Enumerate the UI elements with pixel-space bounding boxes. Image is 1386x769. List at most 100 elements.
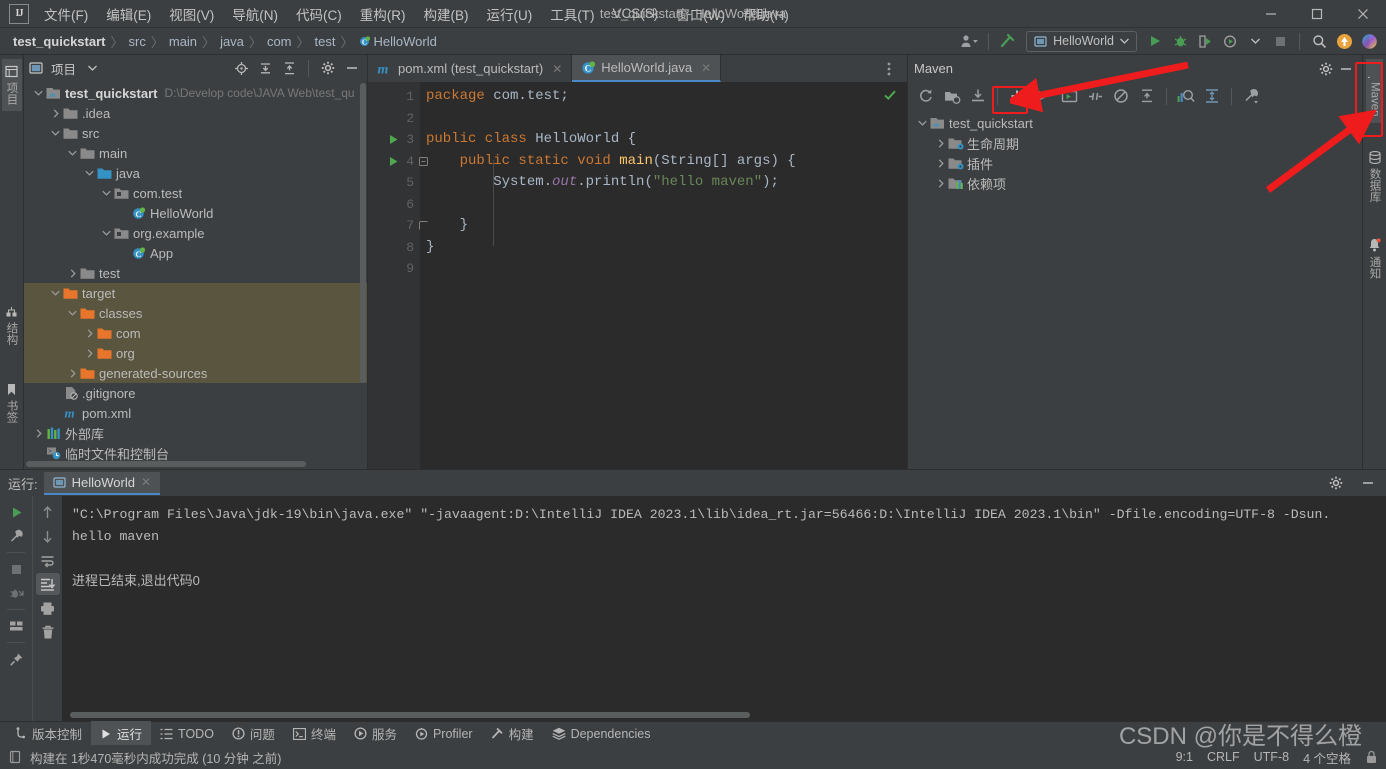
code-line-1[interactable]: package com.test;	[426, 86, 907, 108]
chevron-right-icon[interactable]	[66, 368, 79, 378]
minimize-button[interactable]	[1248, 0, 1294, 28]
sidebar-item-project[interactable]: 项目	[1, 59, 22, 111]
reload-icon[interactable]	[914, 85, 938, 107]
chevron-down-icon[interactable]	[49, 130, 62, 136]
breadcrumb-item-com[interactable]: com	[264, 34, 295, 49]
ai-assistant-icon[interactable]	[1358, 30, 1380, 52]
clear-all-icon[interactable]	[36, 621, 60, 643]
search-icon[interactable]	[1308, 30, 1330, 52]
console-output[interactable]: "C:\Program Files\Java\jdk-19\bin\java.e…	[62, 496, 1386, 721]
menu-vcs[interactable]: VCS(S)	[604, 2, 668, 25]
code-line-7[interactable]: }	[426, 215, 907, 237]
tree-node-generated-sources[interactable]: generated-sources	[24, 363, 367, 383]
maximize-button[interactable]	[1294, 0, 1340, 28]
tree-node-java[interactable]: java	[24, 163, 367, 183]
hide-panel-icon[interactable]	[1336, 59, 1356, 79]
bottom-tab-问题[interactable]: 问题	[223, 721, 284, 746]
tree-node-test-quickstart[interactable]: m test_quickstart D:\Develop code\JAVA Web…	[24, 83, 367, 103]
code-line-6[interactable]	[426, 194, 907, 216]
hide-panel-icon[interactable]	[342, 58, 362, 78]
project-scrollbar-vertical[interactable]	[360, 83, 366, 383]
code-line-9[interactable]	[426, 258, 907, 280]
run-icon[interactable]	[1031, 85, 1055, 107]
expand-all-icon[interactable]	[255, 58, 275, 78]
collapse-all-icon[interactable]	[279, 58, 299, 78]
run-coverage-icon[interactable]	[1194, 30, 1216, 52]
run-gutter-icon[interactable]	[388, 134, 399, 145]
breadcrumb-item-helloworld[interactable]: C HelloWorld	[356, 34, 440, 49]
chevron-right-icon[interactable]	[934, 158, 947, 168]
maven-node-插件[interactable]: 插件	[908, 153, 1362, 173]
profiler-run-icon[interactable]	[1219, 30, 1241, 52]
breadcrumb-item-test[interactable]: test	[312, 34, 339, 49]
layout-icon[interactable]	[4, 615, 28, 637]
menu-navigate[interactable]: 导航(N)	[223, 0, 287, 28]
stop-icon[interactable]	[4, 558, 28, 580]
chevron-down-icon[interactable]	[1244, 30, 1266, 52]
run-icon[interactable]	[1144, 30, 1166, 52]
soft-wrap-icon[interactable]	[36, 549, 60, 571]
tree-node--gitignore[interactable]: .gitignore	[24, 383, 367, 403]
expand-icon[interactable]	[1200, 85, 1224, 107]
sidebar-item-database[interactable]: 数据库	[1365, 145, 1385, 209]
maven-node-依赖项[interactable]: 依赖项	[908, 173, 1362, 193]
breadcrumb-item-src[interactable]: src	[126, 34, 149, 49]
menu-run[interactable]: 运行(U)	[478, 0, 542, 28]
maven-node-test-quickstart[interactable]: m test_quickstart	[908, 113, 1362, 133]
inspection-ok-icon[interactable]	[883, 88, 897, 102]
gear-icon[interactable]	[1316, 59, 1336, 79]
bottom-tab-构建[interactable]: 构建	[482, 721, 543, 746]
collapse-all-icon[interactable]	[1135, 85, 1159, 107]
more-options-icon[interactable]	[879, 59, 899, 79]
tree-node-test[interactable]: test	[24, 263, 367, 283]
skip-tests-icon[interactable]	[1083, 85, 1107, 107]
editor-tab-helloworld-java[interactable]: C HelloWorld.java ✕	[572, 55, 722, 82]
sidebar-item-structure[interactable]: 结构	[2, 300, 22, 351]
close-button[interactable]	[1340, 0, 1386, 28]
editor-tab-pom-xml-test-quickstart-[interactable]: m pom.xml (test_quickstart) ✕	[368, 55, 573, 82]
chevron-down-icon[interactable]	[88, 65, 97, 71]
chevron-right-icon[interactable]	[83, 328, 96, 338]
lock-icon[interactable]	[1365, 750, 1378, 764]
code-line-3[interactable]: public class HelloWorld {	[426, 129, 907, 151]
tree-node-classes[interactable]: classes	[24, 303, 367, 323]
tree-node-target[interactable]: target	[24, 283, 367, 303]
bottom-tab-profiler[interactable]: Profiler	[406, 724, 482, 744]
bottom-tab-服务[interactable]: 服务	[345, 721, 406, 746]
down-icon[interactable]	[36, 525, 60, 547]
add-icon[interactable]	[1005, 85, 1029, 107]
tree-node-src[interactable]: src	[24, 123, 367, 143]
gear-icon[interactable]	[1326, 473, 1346, 493]
chevron-down-icon[interactable]	[100, 230, 113, 236]
show-dependencies-icon[interactable]	[1174, 85, 1198, 107]
line-separator[interactable]: CRLF	[1207, 750, 1240, 764]
update-icon[interactable]	[1333, 30, 1355, 52]
chevron-down-icon[interactable]	[66, 310, 79, 316]
close-icon[interactable]: ✕	[701, 61, 711, 75]
menu-build[interactable]: 构建(B)	[415, 0, 478, 28]
code-content[interactable]: package com.test; public class HelloWorl…	[420, 82, 907, 469]
stop-icon[interactable]	[1269, 30, 1291, 52]
close-icon[interactable]: ✕	[141, 475, 151, 489]
wrench-icon[interactable]	[4, 525, 28, 547]
maven-tree[interactable]: m test_quickstart 生命周期 插件 依赖项	[908, 110, 1362, 469]
user-icon[interactable]	[958, 30, 980, 52]
menu-refactor[interactable]: 重构(R)	[351, 0, 415, 28]
bottom-tab-todo[interactable]: TODO	[151, 724, 223, 744]
chevron-down-icon[interactable]	[916, 120, 929, 126]
chevron-right-icon[interactable]	[934, 178, 947, 188]
close-icon[interactable]: ✕	[552, 62, 562, 76]
maven-node-生命周期[interactable]: 生命周期	[908, 133, 1362, 153]
menu-edit[interactable]: 编辑(E)	[97, 0, 160, 28]
hammer-icon[interactable]	[997, 30, 1019, 52]
chevron-right-icon[interactable]	[83, 348, 96, 358]
chevron-down-icon[interactable]	[49, 290, 62, 296]
file-encoding[interactable]: UTF-8	[1254, 750, 1289, 764]
scroll-to-end-icon[interactable]	[35, 573, 60, 595]
menu-file[interactable]: 文件(F)	[35, 0, 97, 28]
tree-node--[interactable]: 外部库	[24, 423, 367, 443]
code-line-4[interactable]: public static void main(String[] args) {	[426, 151, 907, 173]
code-line-5[interactable]: System.out.println("hello maven");	[426, 172, 907, 194]
tree-node-pom-xml[interactable]: m pom.xml	[24, 403, 367, 423]
bottom-tab-终端[interactable]: 终端	[284, 721, 345, 746]
